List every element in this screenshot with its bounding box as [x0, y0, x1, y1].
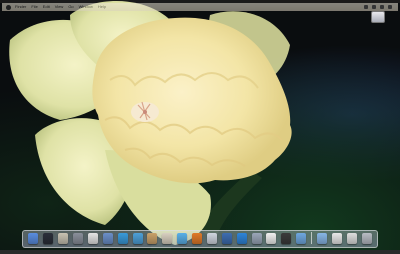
wallpaper-daffodil	[9, 1, 292, 254]
iphoto-icon[interactable]	[147, 233, 158, 244]
textedit-icon[interactable]	[266, 233, 277, 244]
trash-icon[interactable]	[361, 233, 372, 244]
menu-view[interactable]: View	[55, 3, 64, 11]
finder-icon[interactable]	[28, 233, 39, 244]
desktop-screen: Finder File Edit View Go Window Help	[0, 0, 400, 254]
menu-extras	[364, 5, 392, 9]
wifi-icon[interactable]	[364, 5, 368, 9]
menu-bar: Finder File Edit View Go Window Help	[2, 3, 398, 11]
safari-icon[interactable]	[117, 233, 128, 244]
dock-separator	[311, 232, 313, 244]
itunes-store-icon[interactable]	[177, 233, 188, 244]
address-book-icon[interactable]	[58, 233, 69, 244]
menu-edit[interactable]: Edit	[43, 3, 50, 11]
menu-window[interactable]: Window	[79, 3, 93, 11]
firefox-icon[interactable]	[192, 233, 203, 244]
terminal-icon[interactable]	[281, 233, 292, 244]
menu-finder[interactable]: Finder	[15, 3, 26, 11]
hard-drive-icon[interactable]	[371, 11, 385, 23]
chat-icon[interactable]	[206, 233, 217, 244]
battery-icon[interactable]	[380, 5, 384, 9]
dock	[22, 230, 378, 248]
menu-help[interactable]: Help	[98, 3, 106, 11]
mail-icon[interactable]	[102, 233, 113, 244]
menu-go[interactable]: Go	[68, 3, 73, 11]
document-icon[interactable]	[331, 233, 342, 244]
volume-icon[interactable]	[372, 5, 376, 9]
apple-menu-icon[interactable]	[6, 4, 11, 10]
folder-icon[interactable]	[296, 233, 307, 244]
dashboard-icon[interactable]	[43, 233, 54, 244]
folder-stack-icon[interactable]	[316, 233, 327, 244]
system-preferences-icon[interactable]	[73, 233, 84, 244]
app-store-icon[interactable]	[236, 233, 247, 244]
screen-bezel-bottom	[0, 250, 400, 254]
preview-icon[interactable]	[251, 233, 262, 244]
downloads-icon[interactable]	[346, 233, 357, 244]
garageband-icon[interactable]	[162, 233, 173, 244]
spotlight-icon[interactable]	[388, 5, 392, 9]
network-icon[interactable]	[221, 233, 232, 244]
itunes-icon[interactable]	[132, 233, 143, 244]
menu-file[interactable]: File	[31, 3, 37, 11]
ical-icon[interactable]	[87, 233, 98, 244]
